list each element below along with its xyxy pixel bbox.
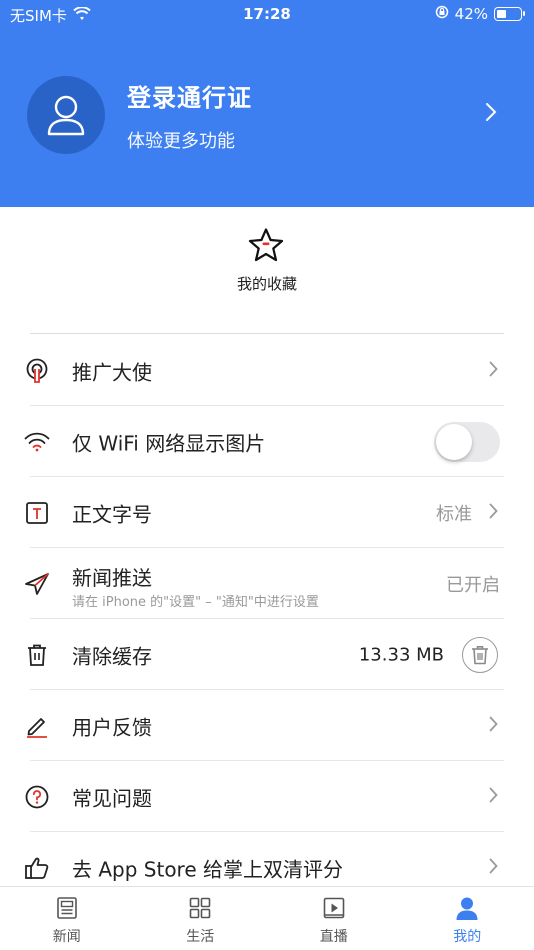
cache-size: 13.33 MB [358,644,444,665]
user-icon [455,896,479,920]
settings-row-clear-cache[interactable]: 清除缓存 13.33 MB [0,619,534,690]
clear-cache-button[interactable] [462,636,498,673]
tab-label: 生活 [186,929,215,945]
trash-icon [472,645,488,664]
chevron-right-icon [489,858,498,878]
chevron-right-icon [489,787,498,807]
profile-header: 无SIM卡 17:28 42% 登录通行证 体验更多功能 [0,0,534,207]
settings-row-wifi-images: 仅 WiFi 网络显示图片 [0,406,534,477]
settings-label: 新闻推送 [72,566,152,590]
settings-row-push[interactable]: 新闻推送 请在 iPhone 的"设置" – "通知"中进行设置 已开启 [0,548,534,619]
profile-text: 登录通行证 体验更多功能 [127,78,252,153]
play-icon [322,896,346,920]
settings-row-ambassador[interactable]: 推广大使 [0,335,534,406]
battery-percent: 42% [454,5,488,23]
settings-label: 仅 WiFi 网络显示图片 [72,431,266,455]
push-hint: 请在 iPhone 的"设置" – "通知"中进行设置 [72,595,319,610]
bottom-tab-bar: 新闻 生活 直播 我的 [0,886,534,950]
toggle-knob [436,423,472,460]
user-avatar-icon [47,95,85,136]
grid-icon [188,896,212,920]
settings-label: 用户反馈 [72,715,152,739]
login-passport-entry[interactable]: 登录通行证 体验更多功能 [27,76,507,154]
tab-label: 我的 [453,929,482,945]
favorites-section: 我的收藏 [0,207,534,334]
star-icon[interactable] [247,227,285,267]
chevron-right-icon [485,102,497,126]
tab-label: 新闻 [52,929,81,945]
font-size-value: 标准 [436,503,472,525]
my-favorites-label[interactable]: 我的收藏 [0,273,534,294]
question-icon [24,784,50,810]
thumbs-up-icon [24,855,50,881]
settings-label: 正文字号 [72,502,152,526]
settings-row-feedback[interactable]: 用户反馈 [0,690,534,761]
tab-label: 直播 [319,929,348,945]
chevron-right-icon [489,716,498,736]
settings-list: 推广大使 仅 WiFi 网络显示图片 正文字号 标准 新闻推送 请在 iPhon… [0,335,534,903]
tab-live[interactable]: 直播 [267,887,401,950]
pencil-icon [24,713,50,739]
push-status: 已开启 [446,574,500,596]
login-title: 登录通行证 [127,83,252,112]
settings-row-faq[interactable]: 常见问题 [0,761,534,832]
wifi-only-images-toggle[interactable] [434,421,500,462]
paper-plane-icon [24,571,50,597]
wifi-icon [24,429,50,455]
battery-icon [494,7,525,21]
status-right: 42% [435,5,525,23]
settings-label: 去 App Store 给掌上双清评分 [72,857,344,881]
ambassador-icon [24,358,50,384]
trash-icon [24,642,50,668]
rotation-lock-icon [435,5,449,23]
settings-label: 推广大使 [72,360,152,384]
status-bar: 无SIM卡 17:28 42% [0,0,534,30]
settings-label: 常见问题 [72,786,152,810]
chevron-right-icon [489,503,498,523]
chevron-right-icon [489,361,498,381]
settings-label: 清除缓存 [72,644,152,668]
avatar[interactable] [27,76,105,154]
news-icon [55,896,79,920]
tab-mine[interactable]: 我的 [401,887,534,950]
tab-life[interactable]: 生活 [134,887,268,950]
tab-news[interactable]: 新闻 [0,887,134,950]
section-divider [30,333,504,334]
login-subtitle: 体验更多功能 [127,130,235,152]
settings-row-font-size[interactable]: 正文字号 标准 [0,477,534,548]
font-size-icon [24,500,50,526]
